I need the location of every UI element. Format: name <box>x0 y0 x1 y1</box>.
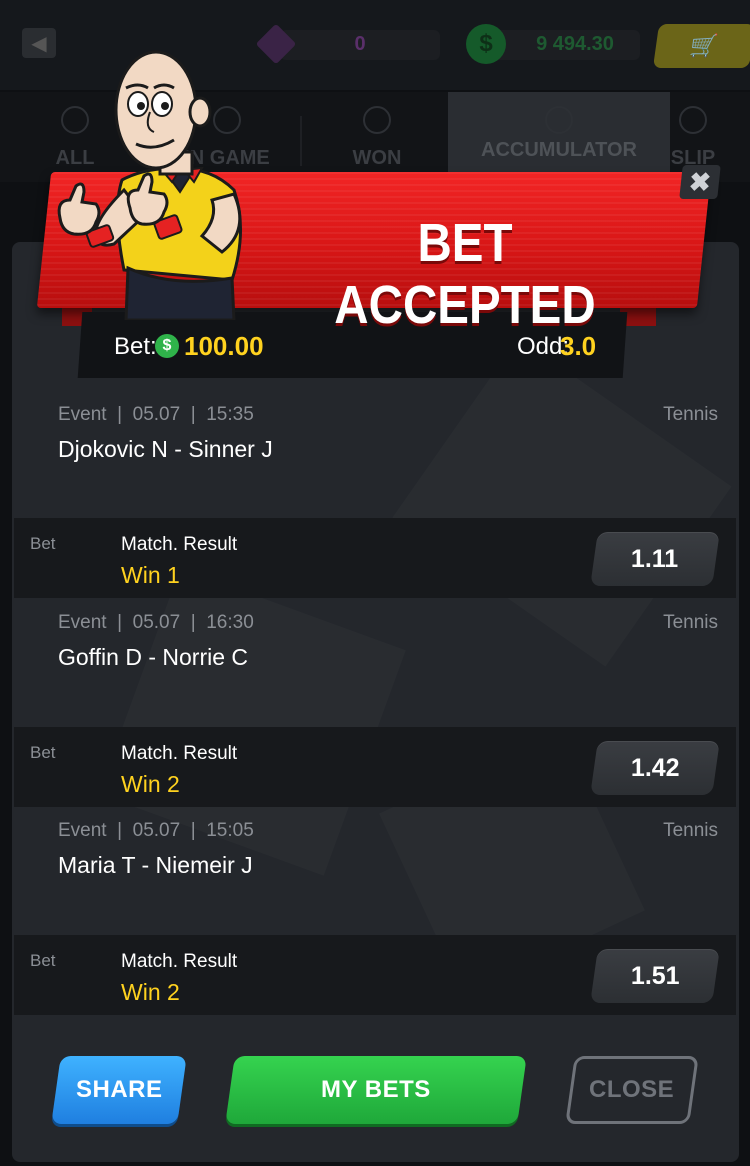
bet-market: Match. Result <box>121 743 238 764</box>
event-meta: Event | 05.07 | 15:05 <box>58 820 254 841</box>
bet-row: Bet Match. Result Win 1 1.11 <box>14 518 736 598</box>
event-sport: Tennis <box>663 404 718 425</box>
bet-row: Bet Match. Result Win 2 1.42 <box>14 727 736 807</box>
bet-label: Bet: <box>114 333 157 360</box>
accumulator-icon <box>545 106 573 134</box>
cart-icon: 🛒 <box>688 33 720 58</box>
event-header: Event | 05.07 | 15:35 Tennis Djokovic N … <box>58 404 718 462</box>
bet-pick: Win 2 <box>121 979 180 1005</box>
bet-market: Match. Result <box>121 951 238 972</box>
event-meta: Event | 05.07 | 16:30 <box>58 612 254 633</box>
bet-market: Match. Result <box>121 534 238 555</box>
odd-value: 1.11 <box>631 544 679 573</box>
event-name: Djokovic N - Sinner J <box>58 436 273 462</box>
bet-row-label: Bet <box>30 951 56 970</box>
close-button[interactable]: CLOSE <box>565 1056 699 1124</box>
event-sport: Tennis <box>663 820 718 841</box>
tab-label: WON <box>352 147 402 169</box>
bet-pick: Win 1 <box>121 562 180 588</box>
odd-value: 1.51 <box>630 961 680 990</box>
bet-row-label: Bet <box>30 534 56 553</box>
event-header: Event | 05.07 | 15:05 Tennis Maria T - N… <box>58 820 718 878</box>
my-bets-button[interactable]: MY BETS <box>225 1056 527 1124</box>
odd-badge: 1.51 <box>590 949 720 1003</box>
my-bets-label: MY BETS <box>321 1076 431 1103</box>
referee-mascot-icon <box>57 50 242 320</box>
bet-pick: Win 2 <box>121 771 180 797</box>
dollar-coin-icon: $ <box>155 334 179 358</box>
close-icon: ✖ <box>687 166 713 197</box>
event-meta: Event | 05.07 | 15:35 <box>58 404 254 425</box>
banner-title: BET ACCEPTED <box>334 213 596 335</box>
tab-won[interactable]: WON <box>302 92 452 182</box>
close-dialog-button[interactable]: ✖ <box>679 165 721 199</box>
dollar-coin-icon: $ <box>466 24 506 64</box>
odd-badge: 1.11 <box>590 532 720 586</box>
shop-button[interactable]: 🛒 <box>652 24 750 68</box>
bet-amount: 100.00 <box>184 331 264 361</box>
bet-row-label: Bet <box>30 743 56 762</box>
odd-badge: 1.42 <box>590 741 720 795</box>
close-label: CLOSE <box>589 1076 675 1103</box>
bet-row: Bet Match. Result Win 2 1.51 <box>14 935 736 1015</box>
event-header: Event | 05.07 | 16:30 Tennis Goffin D - … <box>58 612 718 670</box>
odd-value: 1.42 <box>630 753 680 782</box>
back-button[interactable]: ◀ <box>22 28 56 58</box>
bet-accepted-dialog <box>12 242 739 1162</box>
trophy-icon <box>363 106 391 134</box>
back-arrow-icon: ◀ <box>31 32 47 55</box>
gem-count: 0 <box>354 33 366 55</box>
slip-icon <box>679 106 707 134</box>
event-sport: Tennis <box>663 612 718 633</box>
balance-value: 9 494.30 <box>536 33 614 55</box>
event-name: Goffin D - Norrie C <box>58 644 249 670</box>
share-label: SHARE <box>75 1076 163 1103</box>
share-button[interactable]: SHARE <box>51 1056 187 1124</box>
event-name: Maria T - Niemeir J <box>58 852 253 878</box>
